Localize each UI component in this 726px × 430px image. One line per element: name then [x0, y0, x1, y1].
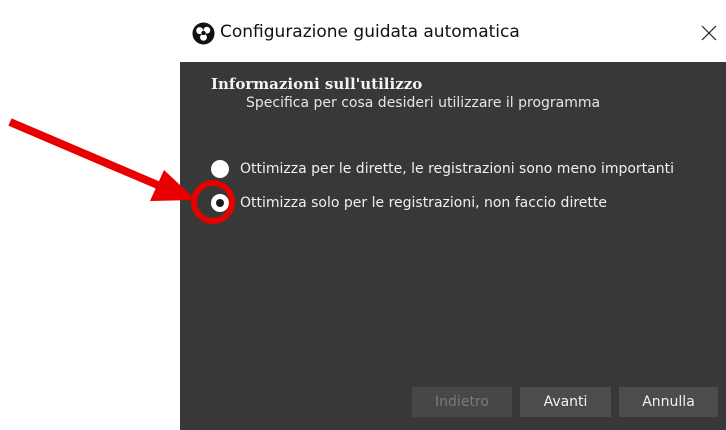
- wizard-window: Configurazione guidata automatica Inform…: [180, 0, 726, 430]
- option-label: Ottimizza solo per le registrazioni, non…: [240, 195, 607, 211]
- next-button[interactable]: Avanti: [520, 387, 611, 417]
- close-button[interactable]: [692, 18, 726, 48]
- close-icon: [701, 25, 717, 41]
- option-label: Ottimizza per le dirette, le registrazio…: [240, 161, 674, 177]
- section-subtitle: Specifica per cosa desideri utilizzare i…: [246, 95, 601, 111]
- window-title: Configurazione guidata automatica: [220, 22, 520, 42]
- radio-button-streaming[interactable]: [211, 160, 229, 178]
- option-streaming[interactable]: Ottimizza per le dirette, le registrazio…: [211, 158, 674, 180]
- wizard-content: Informazioni sull'utilizzo Specifica per…: [180, 62, 726, 430]
- option-recording[interactable]: Ottimizza solo per le registrazioni, non…: [211, 192, 607, 214]
- obs-logo-icon: [192, 22, 215, 45]
- cancel-button[interactable]: Annulla: [619, 387, 718, 417]
- back-button[interactable]: Indietro: [412, 387, 512, 417]
- radio-button-recording[interactable]: [211, 194, 229, 212]
- screenshot-stage: Configurazione guidata automatica Inform…: [0, 0, 726, 430]
- title-bar: Configurazione guidata automatica: [180, 0, 726, 62]
- section-title: Informazioni sull'utilizzo: [211, 75, 423, 93]
